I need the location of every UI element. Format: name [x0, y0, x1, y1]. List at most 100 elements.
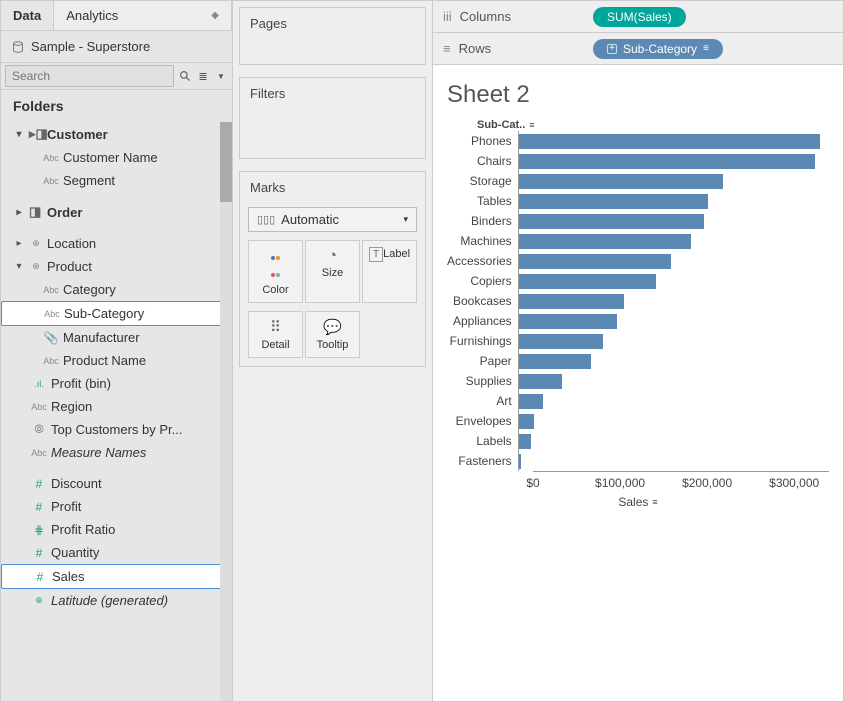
x-axis-title[interactable]: Sales ≡ [447, 495, 829, 509]
y-tick-label: Bookcases [447, 291, 512, 311]
field-location[interactable]: ▸ ⊕ Location [1, 232, 232, 255]
rows-shelf[interactable]: ≡ Rows + Sub-Category ≡ [433, 33, 843, 65]
bar-row[interactable] [519, 451, 829, 471]
marks-color[interactable]: Color [248, 240, 303, 303]
bar-row[interactable] [519, 411, 829, 431]
bar[interactable] [519, 334, 603, 349]
rows-pill-subcategory[interactable]: + Sub-Category ≡ [593, 39, 723, 59]
x-tick-label: $300,000 [769, 476, 819, 490]
folder-order[interactable]: ▸ ◨ Order [1, 200, 232, 224]
field-profit[interactable]: #Profit [1, 495, 232, 518]
tab-analytics[interactable]: Analytics ◆ [54, 1, 232, 30]
bar-row[interactable] [519, 231, 829, 251]
bar[interactable] [519, 314, 618, 329]
datasource-row[interactable]: Sample - Superstore [1, 31, 232, 63]
chevron-right-icon: ▸ [13, 238, 25, 249]
bar[interactable] [519, 374, 562, 389]
bar[interactable] [519, 214, 704, 229]
chevron-down-icon: ▾ [13, 129, 25, 140]
pages-shelf[interactable]: Pages [239, 7, 426, 65]
field-manufacturer[interactable]: 📎Manufacturer [1, 326, 232, 349]
field-region[interactable]: AbcRegion [1, 395, 232, 418]
chevron-down-icon: ▾ [403, 214, 408, 225]
marks-tooltip[interactable]: 💬Tooltip [305, 311, 360, 358]
marks-label[interactable]: TLabel [362, 240, 417, 303]
y-tick-label: Phones [447, 131, 512, 151]
filters-shelf[interactable]: Filters [239, 77, 426, 159]
bar-row[interactable] [519, 371, 829, 391]
columns-pill-sales[interactable]: SUM(Sales) [593, 7, 686, 27]
field-top-customers[interactable]: ⦾Top Customers by Pr... [1, 418, 232, 441]
y-tick-label: Paper [447, 351, 512, 371]
marks-title: Marks [240, 172, 425, 203]
field-category[interactable]: AbcCategory [1, 278, 232, 301]
expand-icon: + [607, 44, 617, 54]
bar[interactable] [519, 134, 820, 149]
label-icon: T [369, 247, 383, 262]
sheet-title[interactable]: Sheet 2 [447, 81, 829, 109]
marks-type-dropdown[interactable]: ▯▯▯ Automatic ▾ [248, 207, 417, 232]
bar-row[interactable] [519, 251, 829, 271]
field-profit-ratio[interactable]: ⋕Profit Ratio [1, 518, 232, 541]
bars-area[interactable] [518, 131, 829, 471]
bar[interactable] [519, 254, 671, 269]
y-axis-header[interactable]: Sub-Cat.. ≡ [447, 119, 829, 131]
field-sales[interactable]: #Sales [1, 564, 232, 589]
bar[interactable] [519, 434, 531, 449]
bar-row[interactable] [519, 271, 829, 291]
bar-row[interactable] [519, 151, 829, 171]
search-input[interactable] [5, 65, 174, 87]
bar[interactable] [519, 414, 535, 429]
bar[interactable] [519, 394, 544, 409]
tooltip-icon: 💬 [308, 318, 357, 336]
y-tick-label: Furnishings [447, 331, 512, 351]
bar[interactable] [519, 274, 656, 289]
dropdown-icon[interactable]: ▼ [214, 67, 228, 85]
y-tick-label: Appliances [447, 311, 512, 331]
bar-row[interactable] [519, 211, 829, 231]
field-product-name[interactable]: AbcProduct Name [1, 349, 232, 372]
field-tree: ▾ ▸◨ Customer AbcCustomer Name AbcSegmen… [1, 122, 232, 701]
field-profit-bin[interactable]: .ıl.Profit (bin) [1, 372, 232, 395]
y-tick-label: Labels [447, 431, 512, 451]
sort-icon: ≡ [703, 43, 709, 54]
field-quantity[interactable]: #Quantity [1, 541, 232, 564]
scrollbar[interactable] [220, 122, 232, 701]
bar-row[interactable] [519, 351, 829, 371]
bar-row[interactable] [519, 191, 829, 211]
bar-row[interactable] [519, 131, 829, 151]
field-latitude[interactable]: ⊕Latitude (generated) [1, 589, 232, 612]
bar[interactable] [519, 354, 591, 369]
bar[interactable] [519, 294, 624, 309]
columns-shelf[interactable]: iii Columns SUM(Sales) [433, 1, 843, 33]
y-tick-label: Chairs [447, 151, 512, 171]
bar-row[interactable] [519, 171, 829, 191]
field-segment[interactable]: AbcSegment [1, 169, 232, 192]
field-measure-names[interactable]: AbcMeasure Names [1, 441, 232, 464]
bar-row[interactable] [519, 431, 829, 451]
tab-data[interactable]: Data [1, 1, 54, 30]
bar-icon: ▯▯▯ [257, 213, 275, 226]
field-sub-category[interactable]: AbcSub-Category [1, 301, 232, 326]
field-product[interactable]: ▾ ⊕ Product [1, 255, 232, 278]
folder-customer[interactable]: ▾ ▸◨ Customer [1, 122, 232, 146]
y-axis-labels: PhonesChairsStorageTablesBindersMachines… [447, 131, 518, 471]
bar-row[interactable] [519, 331, 829, 351]
y-tick-label: Storage [447, 171, 512, 191]
field-customer-name[interactable]: AbcCustomer Name [1, 146, 232, 169]
bar[interactable] [519, 154, 816, 169]
view-mode-icon[interactable]: ≣ [196, 67, 210, 85]
bar-row[interactable] [519, 311, 829, 331]
marks-detail[interactable]: ⠿Detail [248, 311, 303, 358]
bar[interactable] [519, 234, 691, 249]
folder-icon: ▸◨ [29, 126, 43, 142]
bar[interactable] [519, 174, 723, 189]
bar-row[interactable] [519, 391, 829, 411]
search-icon[interactable] [178, 67, 192, 85]
bar[interactable] [519, 454, 522, 469]
bar[interactable] [519, 194, 708, 209]
marks-size[interactable]: ◔Size [305, 240, 360, 303]
bar-row[interactable] [519, 291, 829, 311]
y-tick-label: Machines [447, 231, 512, 251]
field-discount[interactable]: #Discount [1, 472, 232, 495]
